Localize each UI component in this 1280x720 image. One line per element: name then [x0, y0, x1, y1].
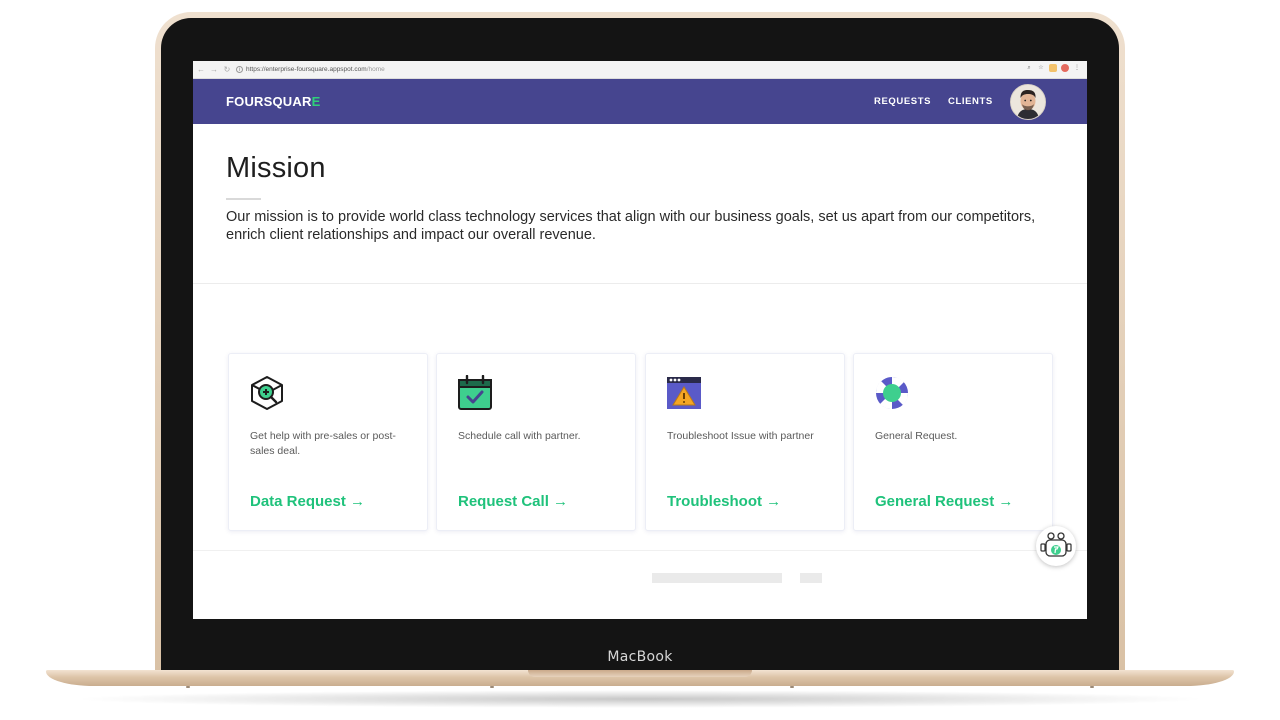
robot-icon — [1040, 532, 1072, 557]
star-icon[interactable]: ☆ — [1037, 64, 1045, 72]
request-call-link[interactable]: Request Call → — [458, 493, 568, 510]
mission-statement: Our mission is to provide world class te… — [226, 209, 1036, 243]
card-request-call[interactable]: Schedule call with partner. Request Call… — [436, 353, 636, 531]
lifebuoy-icon — [874, 375, 910, 411]
extension-icon[interactable] — [1061, 64, 1069, 72]
title-underline — [226, 198, 261, 200]
menu-icon[interactable]: ⋮ — [1073, 64, 1081, 72]
card-data-request[interactable]: Get help with pre-sales or post-sales de… — [228, 353, 428, 531]
loading-placeholder — [652, 573, 782, 583]
troubleshoot-link[interactable]: Troubleshoot → — [667, 493, 781, 510]
card-description: Get help with pre-sales or post-sales de… — [250, 430, 396, 457]
chatbot-button[interactable] — [1036, 526, 1076, 566]
device-label: MacBook — [607, 649, 673, 665]
laptop-notch — [528, 670, 752, 677]
card-description: Troubleshoot Issue with partner — [667, 430, 814, 442]
request-cards: Get help with pre-sales or post-sales de… — [228, 353, 1054, 531]
laptop-foot — [790, 686, 794, 688]
foursquare-logo[interactable]: FOURSQUARE — [226, 94, 320, 109]
browser-window: ← → ↻ i https://enterprise-foursquare.ap… — [193, 61, 1087, 619]
url-host: https://enterprise-foursquare.appspot.co… — [246, 66, 367, 73]
data-request-link[interactable]: Data Request → — [250, 493, 365, 510]
card-troubleshoot[interactable]: Troubleshoot Issue with partner Troubles… — [645, 353, 845, 531]
reload-icon[interactable]: ↻ — [222, 65, 232, 75]
laptop-foot — [490, 686, 494, 688]
top-navigation: FOURSQUARE REQUESTS CLIENTS — [193, 79, 1087, 124]
zoom-icon[interactable]: ⌕ — [1025, 64, 1033, 72]
general-request-link[interactable]: General Request → — [875, 493, 1013, 510]
loading-placeholder — [800, 573, 822, 583]
user-avatar[interactable] — [1010, 84, 1046, 120]
nav-clients[interactable]: CLIENTS — [948, 96, 993, 107]
magnify-cube-icon — [249, 375, 285, 411]
browser-toolbar: ← → ↻ i https://enterprise-foursquare.ap… — [193, 61, 1087, 79]
browser-actions: ⌕ ☆ ⋮ — [1025, 64, 1081, 72]
laptop-foot — [1090, 686, 1094, 688]
card-general-request[interactable]: General Request. General Request → — [853, 353, 1053, 531]
nav-requests[interactable]: REQUESTS — [874, 96, 931, 107]
card-description: General Request. — [875, 430, 958, 442]
card-description: Schedule call with partner. — [458, 430, 581, 442]
calendar-check-icon — [457, 374, 493, 411]
warning-window-icon — [666, 375, 702, 411]
laptop-shadow — [70, 690, 1210, 708]
url-path: /home — [366, 66, 385, 73]
address-bar[interactable]: i https://enterprise-foursquare.appspot.… — [236, 64, 385, 75]
section-divider — [193, 550, 1087, 551]
mission-section: Mission Our mission is to provide world … — [193, 124, 1087, 284]
laptop-foot — [186, 686, 190, 688]
mission-title: Mission — [226, 152, 326, 184]
forward-icon[interactable]: → — [209, 65, 219, 75]
extension-icon[interactable] — [1049, 64, 1057, 72]
back-icon[interactable]: ← — [196, 65, 206, 75]
info-icon[interactable]: i — [236, 66, 243, 73]
